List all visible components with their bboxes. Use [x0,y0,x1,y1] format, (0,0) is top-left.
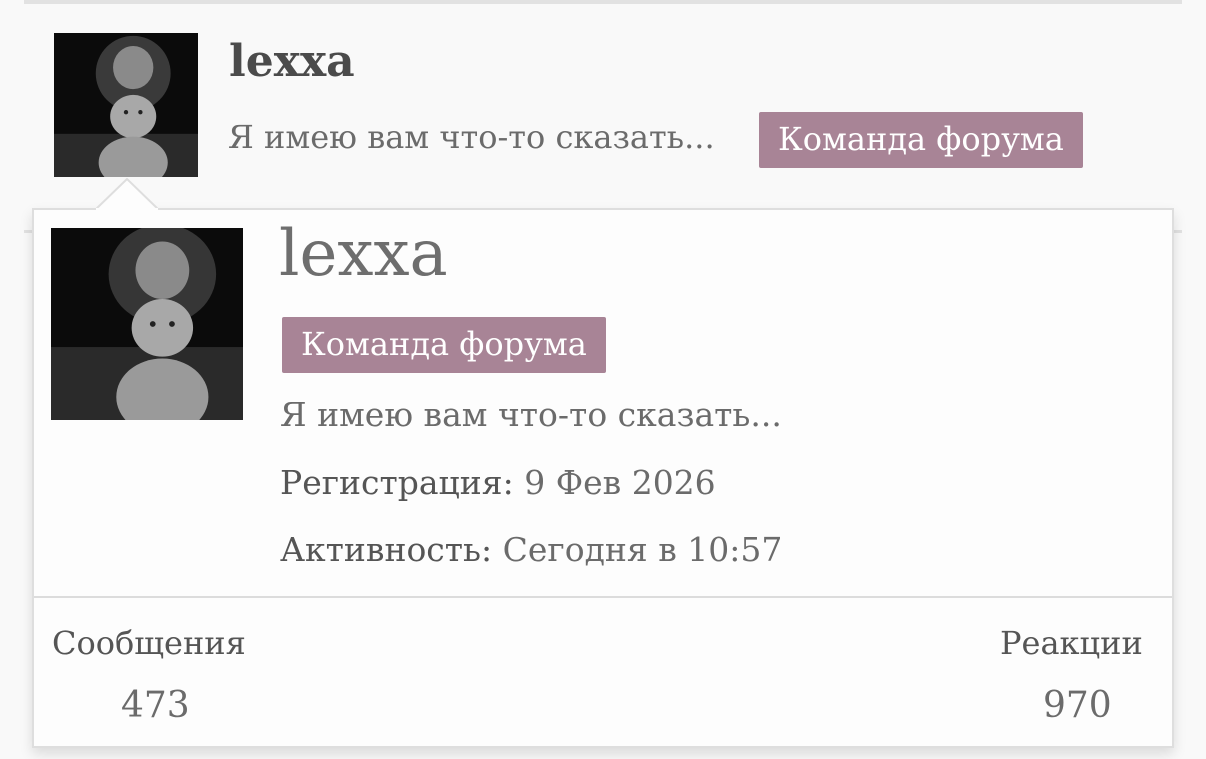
messages-count[interactable]: 473 [121,688,190,724]
reactions-count[interactable]: 970 [1043,688,1112,724]
messages-label[interactable]: Сообщения [52,627,246,659]
activity-label: Активность: [280,530,493,569]
reactions-label[interactable]: Реакции [1000,627,1143,659]
activity-row: Активность: Сегодня в 10:57 [280,533,782,566]
avatar[interactable] [54,33,198,177]
profile-username[interactable]: lexxa [279,222,448,286]
staff-badge: Команда форума [759,112,1083,168]
lion-avatar-icon [51,228,243,420]
registration-row: Регистрация: 9 Фев 2026 [280,466,716,499]
profile-status-text: Я имею вам что-то сказать... [280,395,782,434]
registration-value: 9 Фев 2026 [524,463,716,502]
profile-staff-badge: Команда форума [282,317,606,373]
popup-arrow [96,178,158,210]
stats-divider [34,596,1172,598]
post-status-text: Я имею вам что-то сказать... [228,118,715,156]
registration-label: Регистрация: [280,463,514,502]
divider-top [24,0,1182,4]
page: lexxa Я имею вам что-то сказать... Коман… [0,0,1206,759]
profile-avatar[interactable] [51,228,243,420]
post-username[interactable]: lexxa [229,40,355,84]
lion-avatar-icon [54,33,198,177]
activity-value: Сегодня в 10:57 [502,530,783,569]
